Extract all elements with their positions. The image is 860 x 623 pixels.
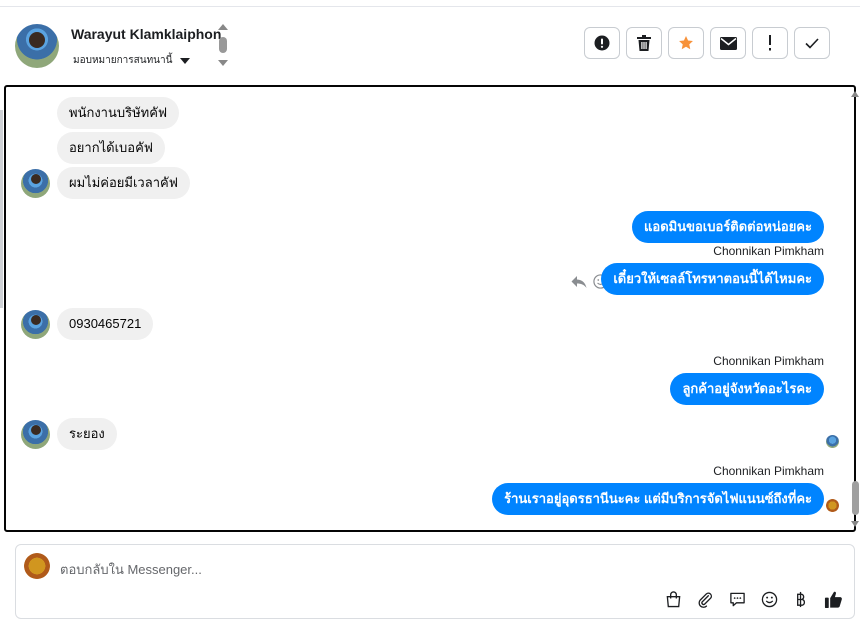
scroll-down-arrow-icon[interactable]: [851, 521, 859, 527]
reply-icon[interactable]: [571, 275, 587, 289]
check-icon: [805, 37, 819, 49]
conversation-header: Warayut Klamklaiphon มอบหมายการสนทนานี้: [0, 7, 860, 85]
envelope-icon: [719, 36, 737, 50]
like-button[interactable]: [822, 588, 844, 610]
contact-avatar-small[interactable]: [21, 310, 50, 339]
payment-button[interactable]: [790, 588, 812, 610]
message-bubble-outgoing[interactable]: เดี๋ยวให้เซลล์โทรหาตอนนี้ได้ไหมคะ: [601, 263, 824, 295]
contact-avatar-small[interactable]: [21, 169, 50, 198]
contact-avatar-small[interactable]: [21, 420, 50, 449]
delete-button[interactable]: [626, 27, 662, 59]
caret-down-icon: [180, 57, 191, 64]
contact-name[interactable]: Warayut Klamklaiphon: [71, 26, 221, 42]
exclamation-icon: [769, 35, 771, 51]
header-scroll-control[interactable]: [218, 24, 228, 68]
sent-status-avatar: [826, 499, 839, 512]
trash-icon: [637, 35, 651, 51]
star-button[interactable]: [668, 27, 704, 59]
message-bubble-outgoing[interactable]: ลูกค้าอยู่จังหวัดอะไรคะ: [670, 373, 824, 405]
attach-button[interactable]: [694, 588, 716, 610]
message-bubble-outgoing[interactable]: ร้านเราอยู่อุดรธานีนะคะ แต่มีบริการจัดไฟ…: [492, 483, 824, 515]
page-avatar: [24, 553, 50, 579]
paperclip-icon: [698, 592, 712, 608]
saved-replies-button[interactable]: [726, 588, 748, 610]
message-bubble-incoming[interactable]: พนักงานบริษัทคัฟ: [57, 97, 180, 129]
star-icon: [679, 36, 693, 50]
mark-done-button[interactable]: [794, 27, 830, 59]
chat-bubble-icon: [729, 592, 745, 606]
message-bubble-incoming[interactable]: อยากได้เบอคัฟ: [57, 132, 165, 164]
reply-input[interactable]: ตอบกลับใน Messenger...: [60, 559, 202, 580]
alert-circle-icon: [594, 35, 610, 51]
mark-spam-button[interactable]: [584, 27, 620, 59]
mark-unread-button[interactable]: [710, 27, 746, 59]
message-thread[interactable]: พนักงานบริษัทคัฟ อยากได้เบอคัฟ ผมไม่ค่อย…: [4, 85, 856, 532]
baht-icon: [797, 591, 806, 607]
shopping-bag-icon: [666, 590, 680, 607]
smiley-icon: [761, 591, 777, 607]
follow-up-button[interactable]: [752, 27, 788, 59]
sender-name: Chonnikan Pimkham: [713, 464, 824, 478]
top-divider: [0, 0, 860, 7]
thread-scrollbar[interactable]: [851, 87, 860, 532]
header-actions: [584, 27, 830, 59]
message-bubble-incoming[interactable]: ผมไม่ค่อยมีเวลาคัฟ: [57, 167, 190, 199]
sender-name: Chonnikan Pimkham: [713, 354, 824, 368]
read-receipt-avatar: [826, 435, 839, 448]
assign-label: มอบหมายการสนทนานี้: [73, 55, 173, 66]
message-bubble-incoming[interactable]: 0930465721: [57, 308, 154, 340]
scroll-up-arrow-icon[interactable]: [851, 91, 859, 97]
reply-composer[interactable]: ตอบกลับใน Messenger...: [15, 544, 855, 619]
scroll-thumb[interactable]: [219, 37, 227, 53]
sender-name: Chonnikan Pimkham: [713, 244, 824, 258]
emoji-button[interactable]: [758, 588, 780, 610]
assign-conversation-dropdown[interactable]: มอบหมายการสนทนานี้: [73, 53, 191, 68]
thumbs-up-icon: [824, 591, 842, 608]
composer-toolbar: [662, 588, 844, 610]
message-bubble-incoming[interactable]: ระยอง: [57, 418, 117, 450]
shopping-bag-button[interactable]: [662, 588, 684, 610]
scroll-down-icon[interactable]: [218, 60, 228, 66]
contact-avatar[interactable]: [15, 24, 59, 68]
scroll-up-icon[interactable]: [218, 24, 228, 30]
message-bubble-outgoing[interactable]: แอดมินขอเบอร์ติดต่อหน่อยคะ: [632, 211, 824, 243]
scrollbar-thumb[interactable]: [852, 481, 859, 515]
left-edge-divider: [0, 110, 3, 308]
